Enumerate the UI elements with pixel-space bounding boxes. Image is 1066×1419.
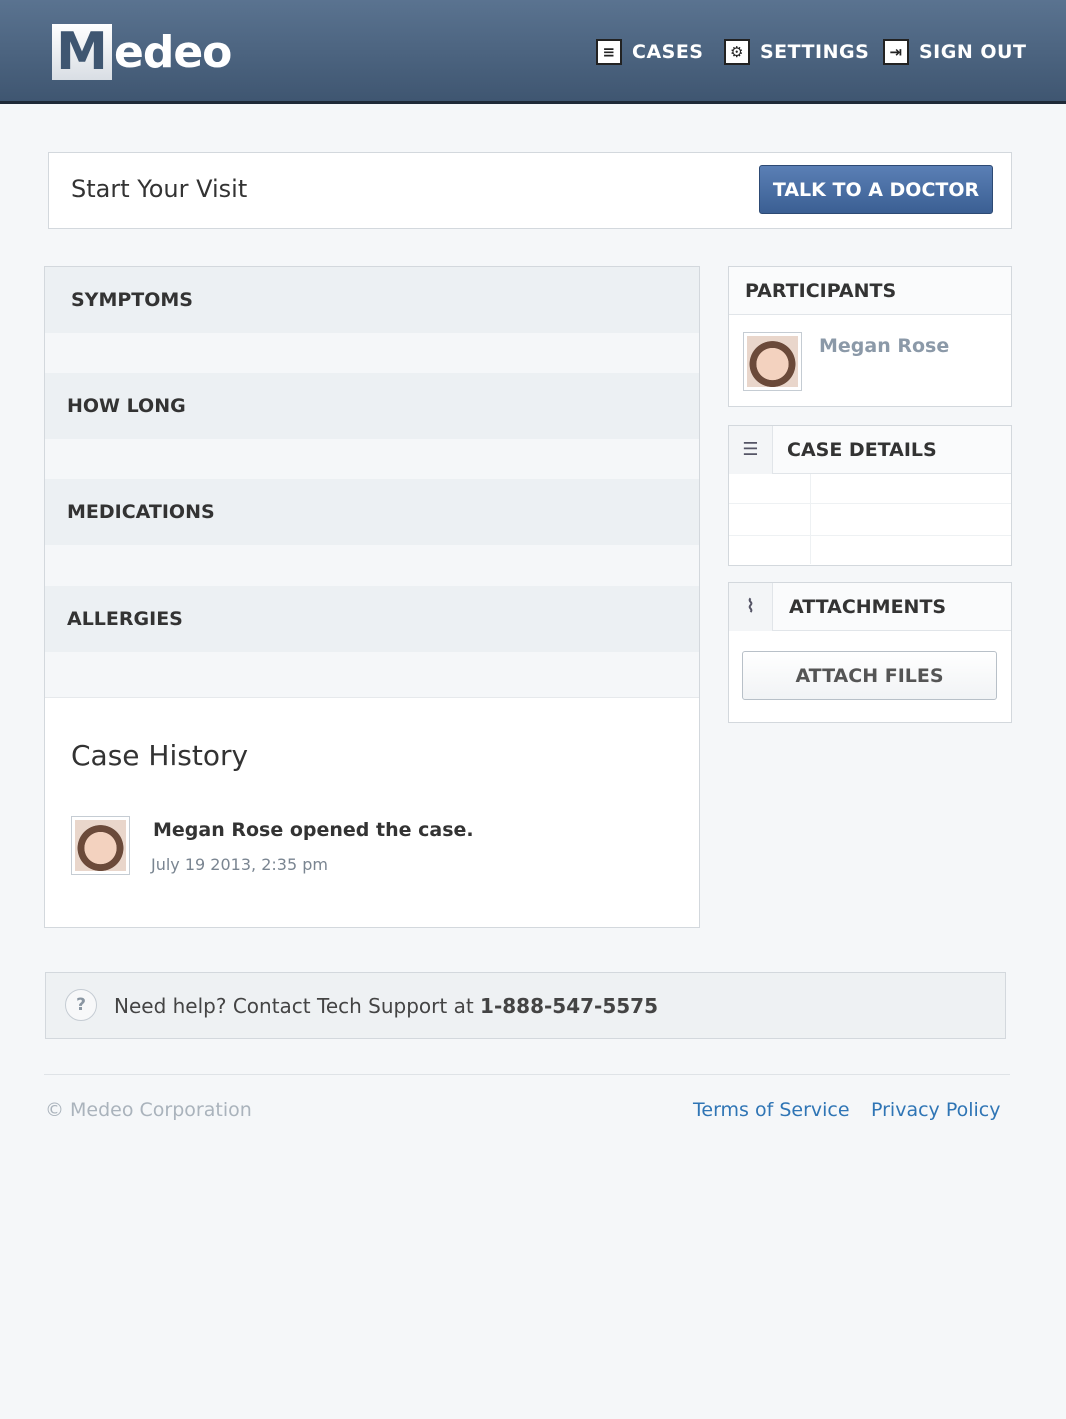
- nav-cases-label: CASES: [632, 41, 704, 63]
- participants-title: PARTICIPANTS: [729, 267, 1011, 315]
- privacy-policy-link[interactable]: Privacy Policy: [871, 1099, 1000, 1121]
- help-message: Need help? Contact Tech Support at: [114, 994, 481, 1018]
- participants-card: PARTICIPANTS Megan Rose: [728, 266, 1012, 407]
- case-history-title: Case History: [71, 739, 249, 772]
- history-entry-time: July 19 2013, 2:35 pm: [151, 855, 328, 874]
- top-navigation-bar: M edeo ≡ CASES ⚙ SETTINGS ⇥ SIGN OUT: [0, 0, 1066, 104]
- logo-text: edeo: [114, 26, 232, 78]
- paperclip-icon: ⌇: [729, 582, 773, 631]
- participant-name[interactable]: Megan Rose: [819, 335, 949, 357]
- question-icon: ?: [65, 989, 97, 1021]
- case-form-panel: SYMPTOMS HOW LONG MEDICATIONS ALLERGIES …: [44, 266, 700, 928]
- case-details-title: CASE DETAILS: [787, 438, 937, 461]
- start-visit-title: Start Your Visit: [71, 175, 248, 203]
- case-details-header: ☰ CASE DETAILS: [729, 425, 1011, 474]
- attachments-header: ⌇ ATTACHMENTS: [729, 582, 1011, 631]
- section-how-long[interactable]: HOW LONG: [45, 373, 699, 439]
- history-entry-text: Megan Rose opened the case.: [153, 819, 474, 841]
- participant-avatar[interactable]: [743, 332, 802, 391]
- how-long-content[interactable]: [45, 439, 699, 479]
- details-divider: [810, 474, 811, 564]
- terms-of-service-link[interactable]: Terms of Service: [693, 1099, 850, 1121]
- details-row-divider: [729, 503, 1011, 504]
- section-allergies[interactable]: ALLERGIES: [45, 586, 699, 652]
- section-medications[interactable]: MEDICATIONS: [45, 479, 699, 545]
- help-banner: ? Need help? Contact Tech Support at 1-8…: [45, 972, 1006, 1039]
- nav-sign-out[interactable]: ⇥ SIGN OUT: [883, 36, 1026, 68]
- gear-icon: ⚙: [724, 39, 750, 65]
- case-details-card: ☰ CASE DETAILS: [728, 425, 1012, 566]
- symptoms-content[interactable]: [45, 333, 699, 373]
- nav-sign-out-label: SIGN OUT: [919, 41, 1027, 63]
- support-phone[interactable]: 1-888-547-5575: [480, 994, 658, 1018]
- medeo-logo[interactable]: M edeo: [52, 24, 232, 80]
- avatar-image: [747, 336, 798, 387]
- section-symptoms[interactable]: SYMPTOMS: [45, 267, 699, 333]
- start-visit-panel: Start Your Visit TALK TO A DOCTOR: [48, 152, 1012, 229]
- avatar: [71, 816, 130, 875]
- avatar-image: [75, 820, 126, 871]
- details-row-divider: [729, 535, 1011, 536]
- list-icon: ☰: [729, 425, 773, 474]
- attachments-title: ATTACHMENTS: [789, 595, 947, 618]
- sign-out-icon: ⇥: [883, 39, 909, 65]
- copyright: © Medeo Corporation: [45, 1099, 252, 1121]
- document-icon: ≡: [596, 39, 622, 65]
- nav-settings[interactable]: ⚙ SETTINGS: [724, 36, 869, 68]
- nav-settings-label: SETTINGS: [760, 41, 870, 63]
- footer-divider: [44, 1074, 1010, 1075]
- attach-files-button[interactable]: ATTACH FILES: [742, 651, 997, 700]
- help-text: Need help? Contact Tech Support at 1-888…: [114, 994, 658, 1018]
- attachments-card: ⌇ ATTACHMENTS ATTACH FILES: [728, 582, 1012, 723]
- medications-content[interactable]: [45, 545, 699, 586]
- allergies-content[interactable]: [45, 652, 699, 698]
- nav-cases[interactable]: ≡ CASES: [596, 36, 704, 68]
- logo-initial: M: [52, 24, 112, 80]
- talk-to-doctor-button[interactable]: TALK TO A DOCTOR: [759, 165, 993, 214]
